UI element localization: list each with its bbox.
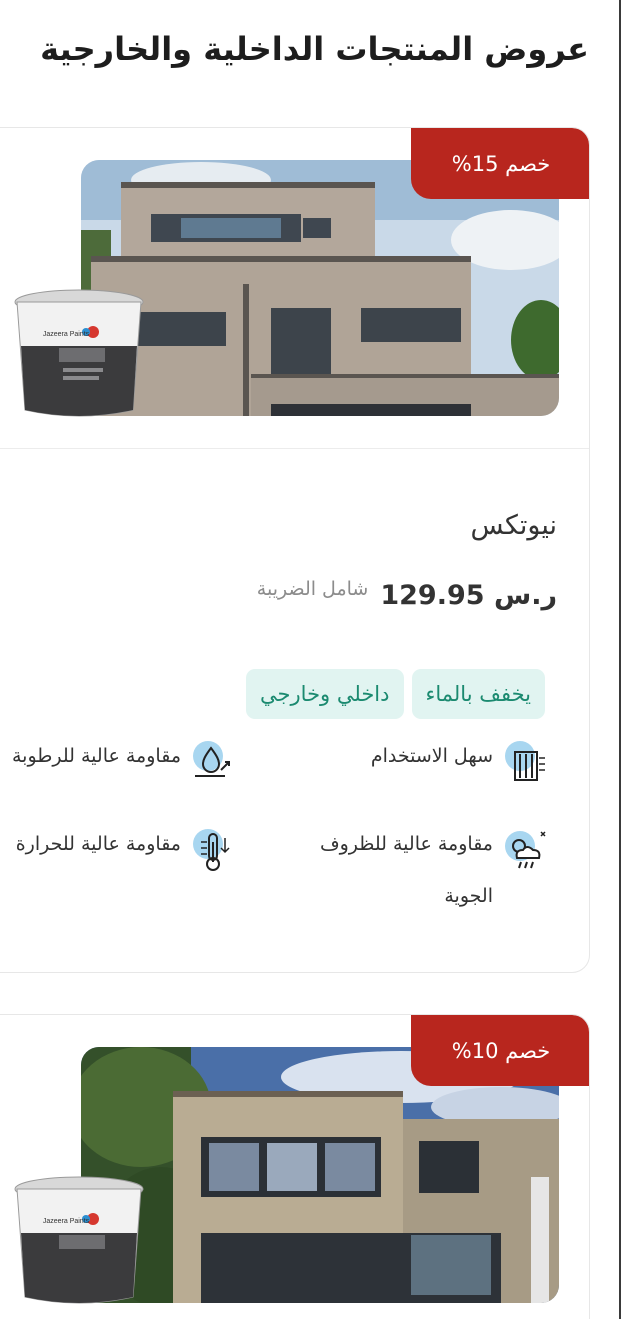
feature-heat-resistance: مقاومة عالية للحرارة (16, 828, 235, 872)
paint-bucket-image: Jazeera Paints (11, 1175, 147, 1307)
tag-water-based: يخفف بالماء (411, 669, 545, 719)
bucket-brand-text: Jazeera Paints (43, 331, 90, 338)
water-drop-icon (191, 740, 235, 784)
paint-bucket-image: Jazeera Paints (11, 288, 147, 420)
roller-brush-icon (503, 740, 547, 784)
page-title: عروض المنتجات الداخلية والخارجية (40, 30, 589, 68)
weather-icon (503, 828, 547, 872)
price-tax-note: شامل الضريبة (256, 577, 369, 600)
product-image-area[interactable]: Jazeera Paints خصم 10% (0, 1015, 589, 1319)
offers-page: عروض المنتجات الداخلية والخارجية Jazeera… (0, 0, 621, 1319)
feature-label: مقاومة عالية للرطوبة (11, 745, 181, 767)
divider (0, 448, 589, 449)
feature-weather-resistance: مقاومة عالية للظروف الجوية (303, 828, 547, 922)
product-name[interactable]: نيوتكس (471, 510, 557, 541)
feature-label: مقاومة عالية للظروف الجوية (319, 833, 493, 907)
product-image-area[interactable]: Jazeera Paints خصم 15% (0, 128, 589, 448)
product-card[interactable]: Jazeera Paints خصم 10% (0, 1014, 590, 1319)
product-price: 129.95 ر.س (380, 580, 557, 611)
feature-label: سهل الاستخدام (370, 745, 493, 767)
thermometer-icon (191, 828, 235, 872)
tag-interior-exterior: داخلي وخارجي (246, 669, 404, 719)
feature-label: مقاومة عالية للحرارة (15, 833, 181, 855)
discount-badge: خصم 15% (411, 128, 589, 199)
product-tags: يخفف بالماء داخلي وخارجي (246, 669, 545, 719)
feature-easy-use: سهل الاستخدام (371, 740, 547, 784)
price-row: 129.95 ر.س شامل الضريبة (256, 577, 557, 612)
discount-badge: خصم 10% (411, 1015, 589, 1086)
feature-humidity-resistance: مقاومة عالية للرطوبة (12, 740, 235, 784)
product-card[interactable]: Jazeera Paints خصم 15% نيوتكس 129.95 ر.س… (0, 127, 590, 973)
bucket-brand-text: Jazeera Paints (43, 1218, 90, 1225)
